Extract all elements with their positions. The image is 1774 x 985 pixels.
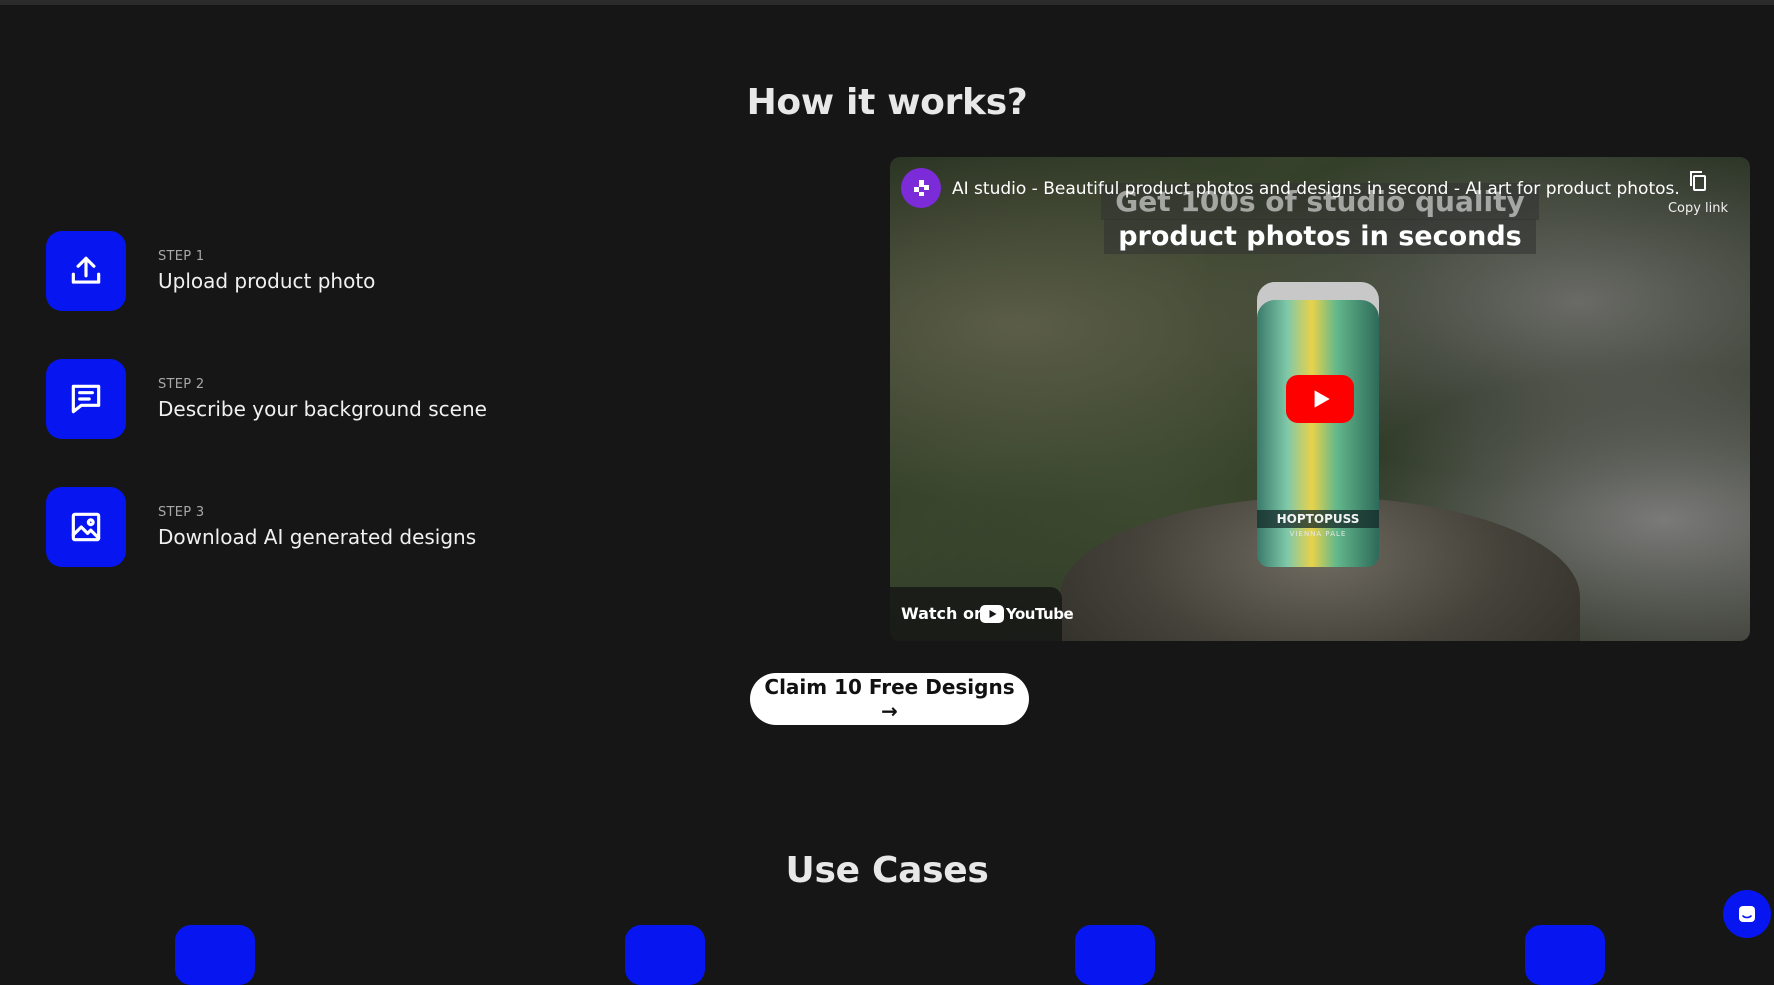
watch-on-label: Watch on	[901, 604, 986, 623]
channel-avatar[interactable]	[901, 168, 941, 208]
use-cases-title: Use Cases	[785, 850, 989, 891]
upload-icon	[46, 231, 126, 311]
can-sublabel: VIENNA PALE	[1289, 530, 1347, 538]
step-1: STEP 1 Upload product photo	[46, 231, 746, 311]
step-3: STEP 3 Download AI generated designs	[46, 487, 746, 567]
claim-free-designs-button[interactable]: Claim 10 Free Designs →	[750, 673, 1029, 725]
step-description: Upload product photo	[158, 269, 376, 293]
watch-on-youtube-button[interactable]: Watch on YouTube	[890, 587, 1074, 641]
image-icon	[46, 487, 126, 567]
how-it-works-title: How it works?	[746, 82, 1028, 123]
step-2: STEP 2 Describe your background scene	[46, 359, 746, 439]
use-case-icon	[1525, 925, 1605, 985]
youtube-embed[interactable]: HOPTOPUSS VIENNA PALE Get 100s of studio…	[890, 157, 1750, 641]
youtube-wordmark: YouTube	[1006, 605, 1074, 623]
channel-logo-icon	[914, 180, 929, 196]
video-overlay-line-2: product photos in seconds	[890, 219, 1750, 254]
can-label: HOPTOPUSS	[1257, 510, 1379, 528]
video-product-can: HOPTOPUSS VIENNA PALE	[1257, 282, 1379, 567]
video-title[interactable]: AI studio - Beautiful product photos and…	[952, 179, 1680, 199]
top-border	[0, 0, 1774, 5]
step-description: Download AI generated designs	[158, 525, 477, 549]
step-label: STEP 1	[158, 249, 205, 264]
step-description: Describe your background scene	[158, 397, 487, 421]
copy-link-button[interactable]: Copy link	[1666, 169, 1730, 216]
step-label: STEP 2	[158, 377, 205, 392]
chat-launcher-button[interactable]	[1723, 890, 1771, 938]
copy-link-label: Copy link	[1667, 201, 1729, 216]
use-case-icon	[175, 925, 255, 985]
message-icon	[46, 359, 126, 439]
youtube-logo: YouTube	[980, 604, 1074, 624]
use-case-icon	[1075, 925, 1155, 985]
copy-icon	[1690, 171, 1706, 191]
step-label: STEP 3	[158, 505, 205, 520]
play-button[interactable]	[1286, 375, 1354, 423]
use-case-icon	[625, 925, 705, 985]
chat-icon	[1739, 906, 1755, 922]
play-icon	[1314, 390, 1330, 408]
youtube-play-icon	[980, 605, 1004, 623]
